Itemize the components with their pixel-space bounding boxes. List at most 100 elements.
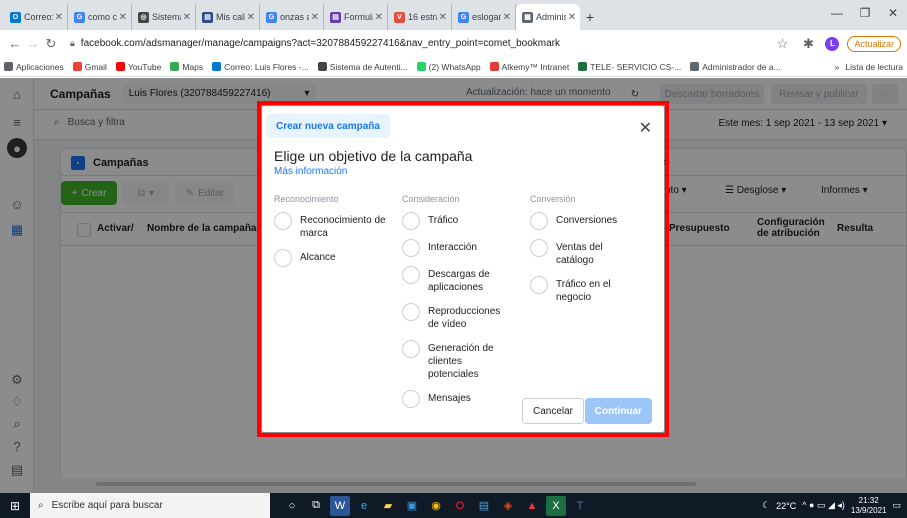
bookmark-label: YouTube: [127, 61, 162, 72]
objective-option[interactable]: Tráfico: [402, 212, 514, 230]
browser-tab[interactable]: ◎Sistema de✕: [132, 4, 196, 30]
cortana-icon[interactable]: ○: [282, 496, 302, 516]
close-icon[interactable]: ✕: [639, 118, 652, 138]
tab-close-icon[interactable]: ✕: [247, 12, 255, 23]
tab-close-icon[interactable]: ✕: [568, 12, 576, 23]
continue-button[interactable]: Continuar: [584, 398, 652, 424]
learn-more-link[interactable]: Más información: [274, 166, 347, 177]
column-heading: Consideración: [402, 194, 460, 204]
cancel-button[interactable]: Cancelar: [521, 398, 584, 424]
objective-label: Descargas de aplicaciones: [428, 269, 490, 293]
tab-close-icon[interactable]: ✕: [55, 12, 63, 23]
task-view-icon[interactable]: ⧉: [306, 496, 326, 516]
objective-radio[interactable]: [274, 212, 292, 230]
tray-icons[interactable]: ^ ● ▭ ◢ ◂): [802, 500, 845, 511]
objective-radio[interactable]: [274, 249, 292, 267]
browser-tab-strip: OCorreo: Lu✕Gcomo crea✕◎Sistema de✕▤Mis …: [0, 0, 907, 30]
extensions-icon[interactable]: ✱: [799, 36, 817, 52]
minimize-icon[interactable]: —: [823, 6, 851, 20]
file-explorer-icon[interactable]: ▰: [378, 496, 398, 516]
tab-title: Sistema de: [152, 12, 181, 22]
reload-icon[interactable]: ↻: [42, 36, 60, 52]
bookmark-item[interactable]: YouTube: [115, 61, 162, 72]
clock[interactable]: 21:32 13/9/2021: [851, 496, 887, 516]
chrome-icon[interactable]: ◉: [426, 496, 446, 516]
tab-favicon-icon: O: [10, 11, 21, 23]
objective-radio[interactable]: [402, 266, 420, 284]
word-icon[interactable]: W: [330, 495, 350, 516]
tab-close-icon[interactable]: ✕: [119, 12, 127, 23]
tab-close-icon[interactable]: ✕: [375, 12, 383, 23]
paint-icon[interactable]: ◈: [498, 496, 518, 516]
objective-option[interactable]: Tráfico en el negocio: [530, 276, 642, 304]
objective-option[interactable]: Alcance: [274, 249, 386, 267]
bookmark-item[interactable]: Administrador de a...: [690, 62, 781, 72]
bookmark-item[interactable]: Aplicaciones: [4, 62, 64, 72]
weather-temp[interactable]: 22°C: [776, 501, 796, 511]
windows-start-icon[interactable]: ⊞: [0, 493, 30, 518]
browser-tab[interactable]: ▤Formulario✕: [324, 4, 388, 30]
opera-icon[interactable]: O: [450, 496, 470, 516]
objective-column-awareness: Reconocimiento Reconocimiento de marca Al…: [274, 194, 386, 276]
bookmark-item[interactable]: TELE- SERVICIO CS-...: [578, 62, 681, 72]
tab-close-icon[interactable]: ✕: [183, 12, 191, 23]
update-button[interactable]: Actualizar: [847, 35, 901, 52]
objective-radio[interactable]: [530, 276, 548, 294]
store-icon[interactable]: ▣: [402, 496, 422, 516]
pdf-icon[interactable]: ▲: [522, 496, 542, 516]
tab-close-icon[interactable]: ✕: [439, 12, 447, 23]
bookmark-item[interactable]: Gmail: [72, 62, 107, 72]
objective-radio[interactable]: [530, 239, 548, 257]
browser-tab[interactable]: ▤Mis calific✕: [196, 4, 260, 30]
objective-option[interactable]: Conversiones: [530, 212, 642, 230]
reading-list-button[interactable]: Lista de lectura: [845, 62, 903, 72]
weather-icon[interactable]: ☾: [762, 500, 770, 511]
tab-close-icon[interactable]: ✕: [311, 12, 319, 23]
objective-column-conversion: Conversión Conversiones Ventas del catálo…: [530, 194, 642, 313]
taskbar-search-input[interactable]: ⌕ Escribe aquí para buscar: [30, 493, 270, 518]
objective-option[interactable]: Descargas de aplicaciones: [402, 266, 514, 294]
maximize-icon[interactable]: ❐: [851, 6, 879, 20]
tab-favicon-icon: ▤: [330, 11, 341, 23]
browser-tab[interactable]: Gonzas a ml✕: [260, 4, 324, 30]
objective-option[interactable]: Reproducciones de vídeo: [402, 303, 514, 331]
profile-avatar[interactable]: L: [825, 36, 840, 51]
browser-tab[interactable]: Gcomo crea✕: [68, 4, 132, 30]
objective-radio[interactable]: [402, 340, 420, 358]
objective-radio[interactable]: [402, 303, 420, 321]
browser-tab[interactable]: Geslogan de✕: [452, 4, 516, 30]
url-input[interactable]: 🔒︎ facebook.com/adsmanager/manage/campai…: [66, 34, 767, 54]
objective-option[interactable]: Generación de clientes potenciales: [402, 340, 514, 381]
notifications-icon[interactable]: ▭: [892, 500, 901, 511]
forward-icon[interactable]: →: [24, 36, 42, 51]
bookmark-item[interactable]: Maps: [170, 62, 203, 72]
bookmark-item[interactable]: Alkemy™ Intranet: [489, 62, 569, 72]
objective-option[interactable]: Interacción: [402, 239, 514, 257]
browser-tab[interactable]: ▦Administra✕: [516, 4, 580, 30]
objective-radio[interactable]: [402, 212, 420, 230]
edge-icon[interactable]: e: [354, 496, 374, 516]
objective-option[interactable]: Ventas del catálogo: [530, 239, 642, 267]
tab-close-icon[interactable]: ✕: [503, 12, 511, 23]
back-icon[interactable]: ←: [6, 36, 24, 51]
browser-tab[interactable]: V16 estrateg✕: [388, 4, 452, 30]
close-window-icon[interactable]: ✕: [879, 6, 907, 20]
teams-icon[interactable]: T: [570, 496, 590, 516]
tab-favicon-icon: V: [394, 11, 405, 23]
tab-create-campaign[interactable]: Crear nueva campaña: [266, 114, 390, 138]
address-bar: ← → ↻ 🔒︎ facebook.com/adsmanager/manage/…: [0, 30, 907, 57]
objective-option[interactable]: Reconocimiento de marca: [274, 212, 386, 240]
bookmark-item[interactable]: Correo: Luis Flores -...: [212, 62, 309, 72]
bookmark-icon: [4, 62, 13, 71]
browser-tab[interactable]: OCorreo: Lu✕: [4, 4, 68, 30]
new-tab-button[interactable]: +: [580, 4, 600, 30]
excel-icon[interactable]: X: [546, 495, 566, 516]
bookmark-label: Sistema de Autenti...: [329, 61, 408, 72]
objective-radio[interactable]: [402, 239, 420, 257]
star-icon[interactable]: ☆: [773, 36, 791, 52]
photos-icon[interactable]: ▤: [474, 496, 494, 516]
bookmark-item[interactable]: Sistema de Autenti...: [317, 61, 408, 72]
bookmark-item[interactable]: (2) WhatsApp: [416, 62, 481, 72]
bookmarks-more-icon[interactable]: »: [835, 62, 840, 72]
objective-radio[interactable]: [530, 212, 548, 230]
